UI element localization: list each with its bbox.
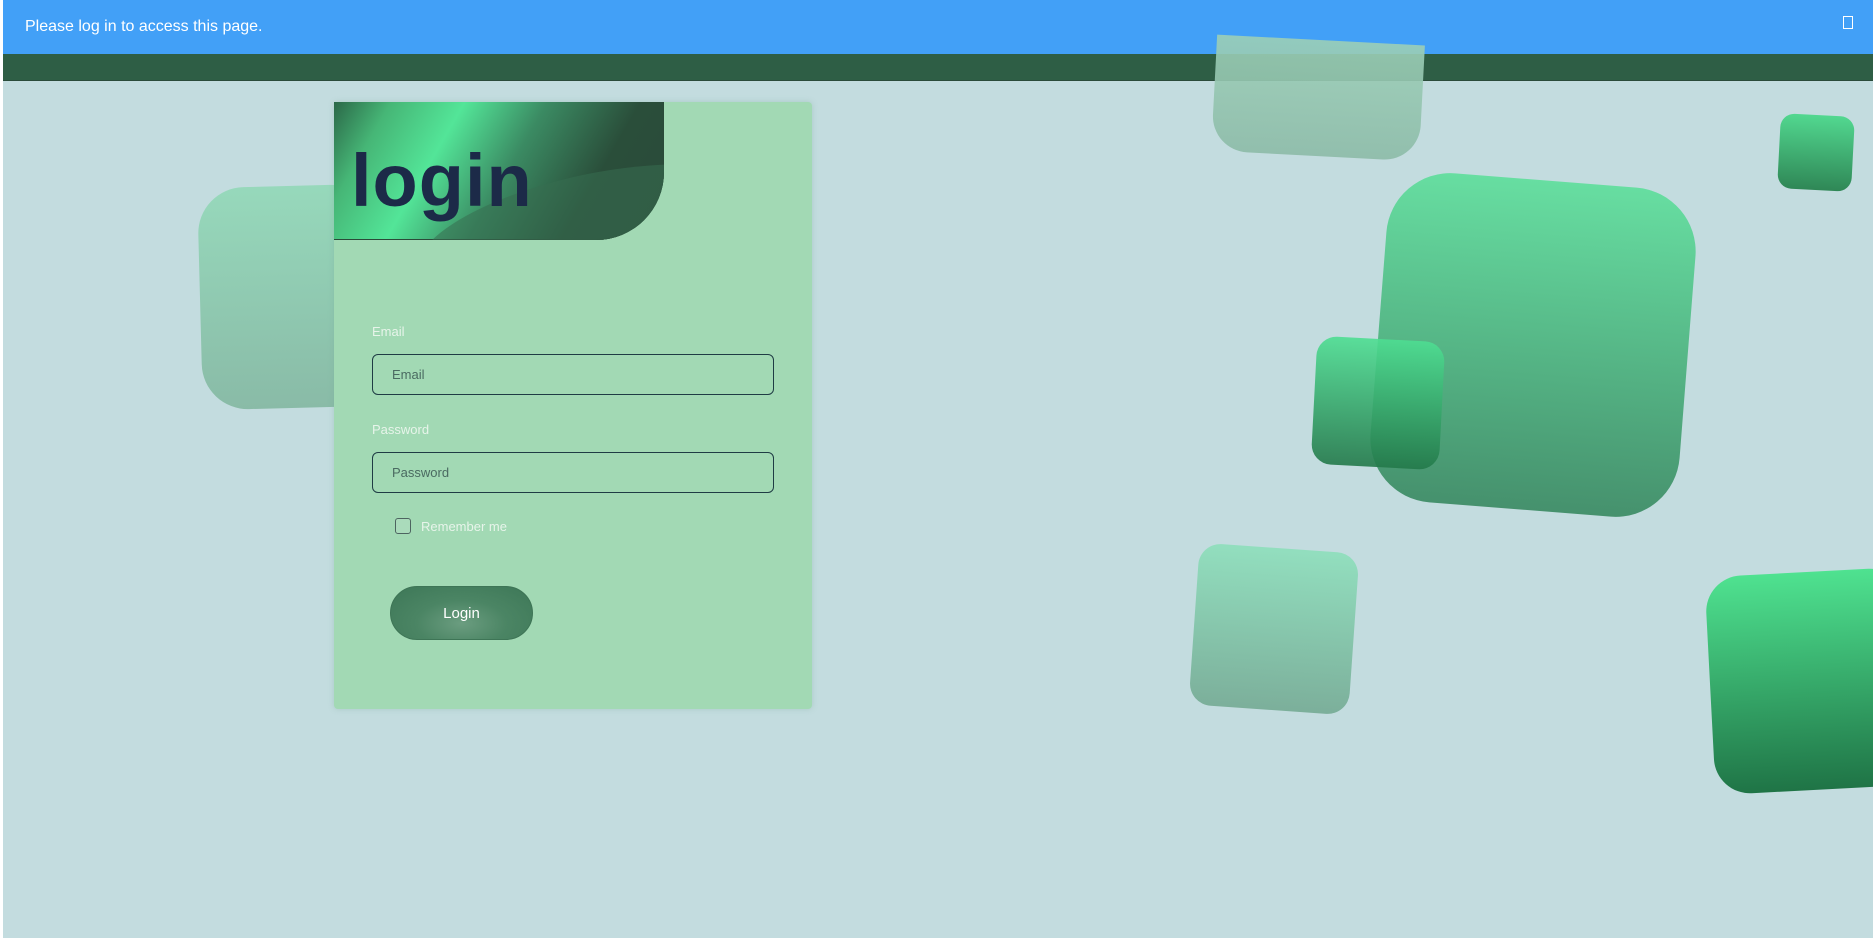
- decorative-square-small: [1777, 113, 1855, 192]
- login-card: login Email Password Remember me Login: [334, 102, 812, 709]
- login-header: login: [334, 102, 664, 240]
- remember-me-label: Remember me: [421, 519, 507, 534]
- close-icon[interactable]: [1843, 16, 1853, 29]
- email-field[interactable]: [372, 354, 774, 395]
- remember-me-checkbox[interactable]: [395, 518, 411, 534]
- page-edge-strip: [0, 0, 3, 938]
- alert-message: Please log in to access this page.: [25, 18, 263, 35]
- email-label: Email: [372, 324, 405, 339]
- decorative-square-medium: [1310, 335, 1446, 471]
- login-title: login: [351, 139, 533, 222]
- decorative-square-faded: [1188, 542, 1360, 716]
- password-field[interactable]: [372, 452, 774, 493]
- decorative-square-top: [1211, 34, 1425, 162]
- login-button[interactable]: Login: [390, 586, 533, 640]
- login-required-alert: Please log in to access this page.: [3, 0, 1873, 54]
- top-navbar: [3, 54, 1873, 81]
- password-label: Password: [372, 422, 430, 437]
- decorative-square-right: [1704, 566, 1873, 796]
